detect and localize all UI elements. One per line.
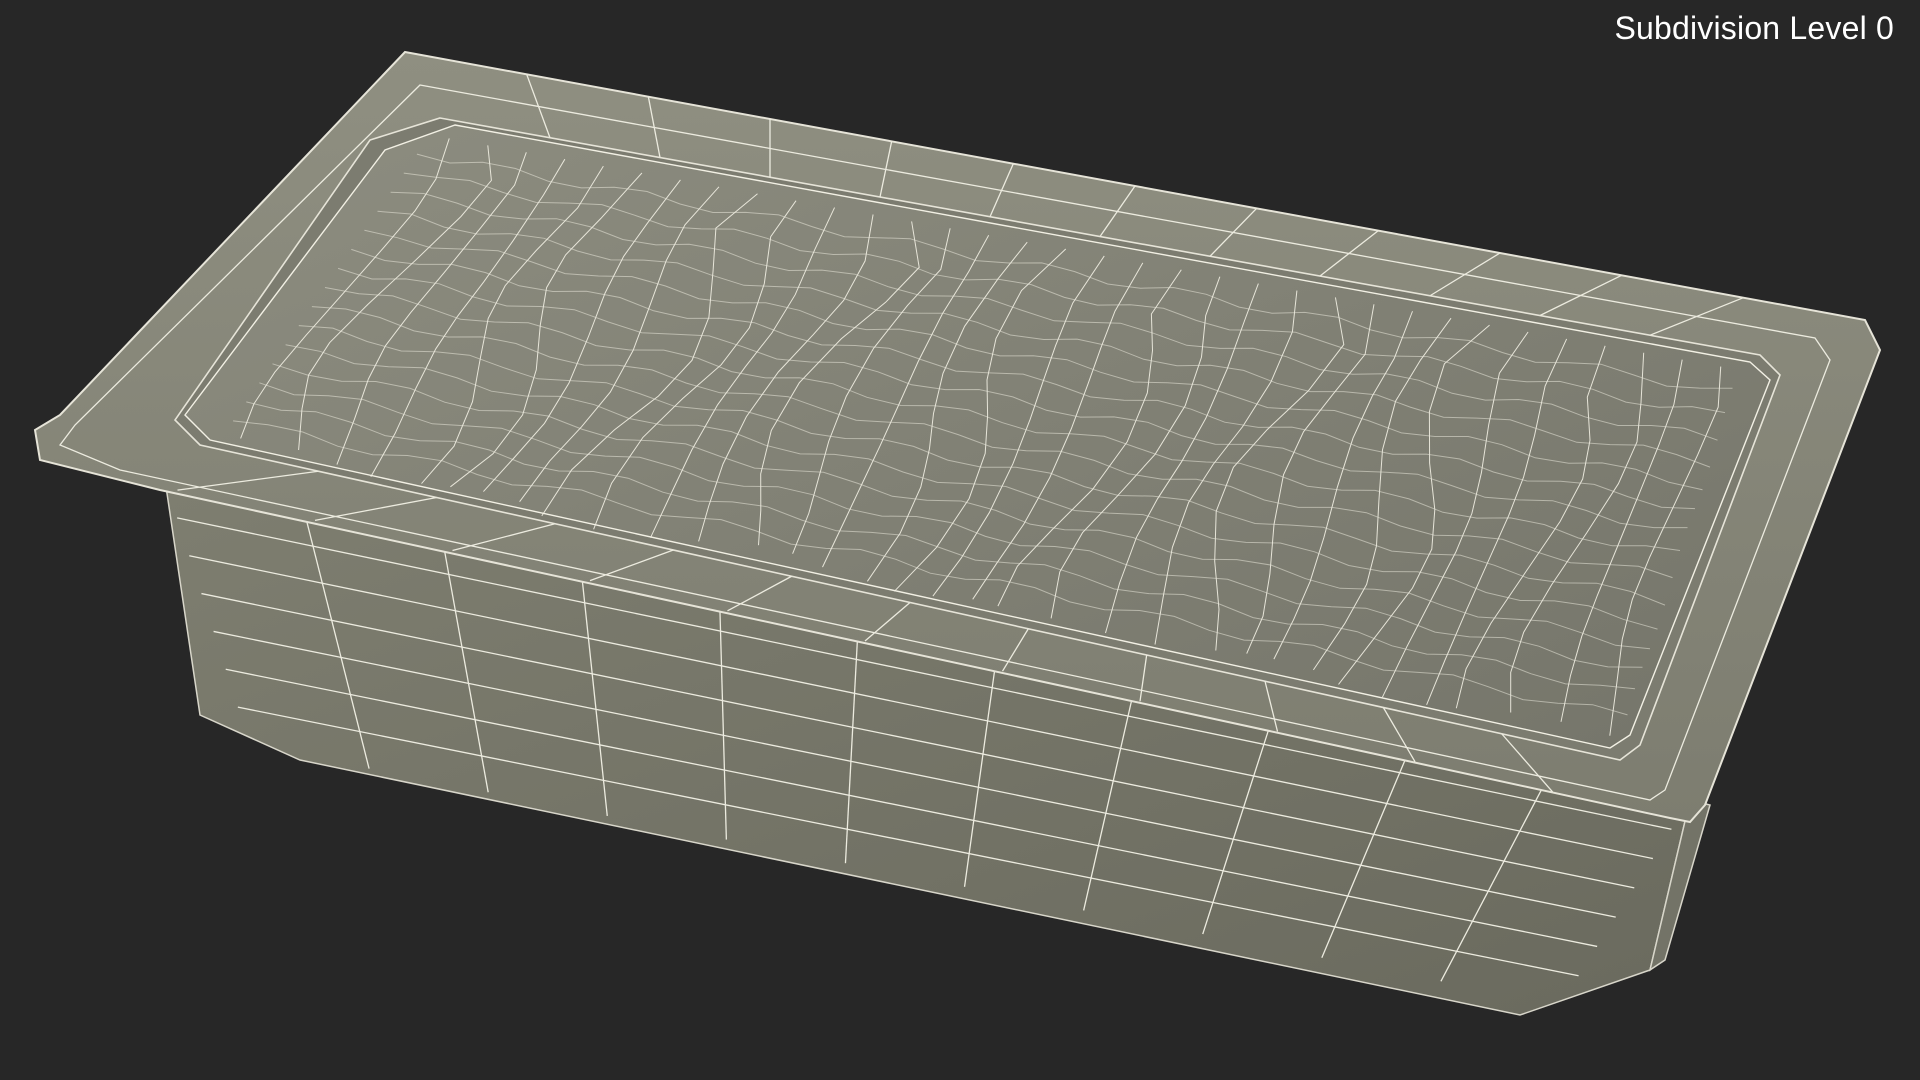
3d-viewport[interactable]: [0, 0, 1920, 1080]
subdivision-level-label: Subdivision Level 0: [1614, 10, 1894, 46]
